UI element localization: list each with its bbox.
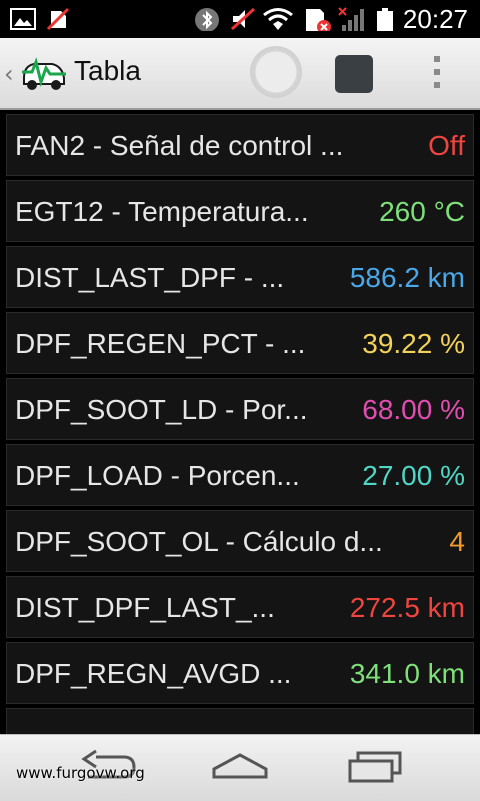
data-table: FAN2 - Señal de control ... Off EGT12 - …	[0, 110, 480, 734]
navigation-bar: www.furgovw.org	[0, 734, 480, 801]
row-value: 586.2 km	[349, 262, 465, 293]
row-value: 39.22 %	[362, 328, 465, 359]
wifi-icon	[263, 8, 293, 30]
signal-icon	[338, 7, 364, 31]
row-label: DPF_SOOT_OL - Cálculo d...	[15, 526, 383, 557]
table-row[interactable]: DPF_REGN_AVGD ... 341.0 km	[6, 642, 474, 704]
row-label: EGT12 - Temperatura...	[15, 196, 309, 227]
image-icon	[10, 8, 36, 30]
overflow-menu-icon[interactable]	[430, 56, 444, 92]
status-bar: 20:27	[0, 0, 480, 38]
clock: 20:27	[402, 4, 468, 34]
table-row[interactable]	[6, 708, 474, 734]
row-value: 341.0 km	[349, 658, 465, 689]
table-row[interactable]: DPF_SOOT_LD - Por... 68.00 %	[6, 378, 474, 440]
table-row[interactable]: DIST_DPF_LAST_... 272.5 km	[6, 576, 474, 638]
table-row[interactable]: DPF_LOAD - Porcen... 27.00 %	[6, 444, 474, 506]
bluetooth-icon	[195, 8, 219, 31]
table-row[interactable]: DIST_LAST_DPF - ... 586.2 km	[6, 246, 474, 308]
stop-button[interactable]	[335, 55, 373, 93]
row-value: 27.00 %	[362, 460, 465, 491]
app-logo-icon[interactable]	[18, 52, 70, 94]
recent-apps-icon[interactable]	[346, 747, 406, 787]
sd-card-icon	[306, 9, 331, 31]
battery-icon	[377, 8, 393, 31]
row-label: FAN2 - Señal de control ...	[15, 130, 344, 161]
row-label: DIST_LAST_DPF - ...	[15, 262, 285, 293]
table-row[interactable]: DPF_SOOT_OL - Cálculo d... 4	[6, 510, 474, 572]
no-sim-icon	[46, 7, 70, 31]
action-bar: ‹ Tabla	[0, 38, 480, 110]
row-label: DPF_LOAD - Porcen...	[15, 460, 300, 491]
row-value: 4	[449, 526, 465, 557]
home-icon[interactable]	[210, 747, 270, 787]
up-caret-icon[interactable]: ‹	[4, 60, 14, 88]
row-value: 260 °C	[379, 196, 465, 227]
table-row[interactable]: DPF_REGEN_PCT - ... 39.22 %	[6, 312, 474, 374]
row-label: DPF_SOOT_LD - Por...	[15, 394, 308, 425]
row-value: 68.00 %	[362, 394, 465, 425]
row-label: DIST_DPF_LAST_...	[15, 592, 275, 623]
watermark: www.furgovw.org	[16, 764, 145, 782]
table-row[interactable]: EGT12 - Temperatura... 260 °C	[6, 180, 474, 242]
row-value: 272.5 km	[349, 592, 465, 623]
row-label: DPF_REGN_AVGD ...	[15, 658, 292, 689]
mute-icon	[230, 7, 256, 31]
row-label: DPF_REGEN_PCT - ...	[15, 328, 306, 359]
loading-spinner	[250, 46, 302, 98]
table-row[interactable]: FAN2 - Señal de control ... Off	[6, 114, 474, 176]
row-value: Off	[428, 130, 465, 161]
page-title: Tabla	[74, 55, 141, 86]
